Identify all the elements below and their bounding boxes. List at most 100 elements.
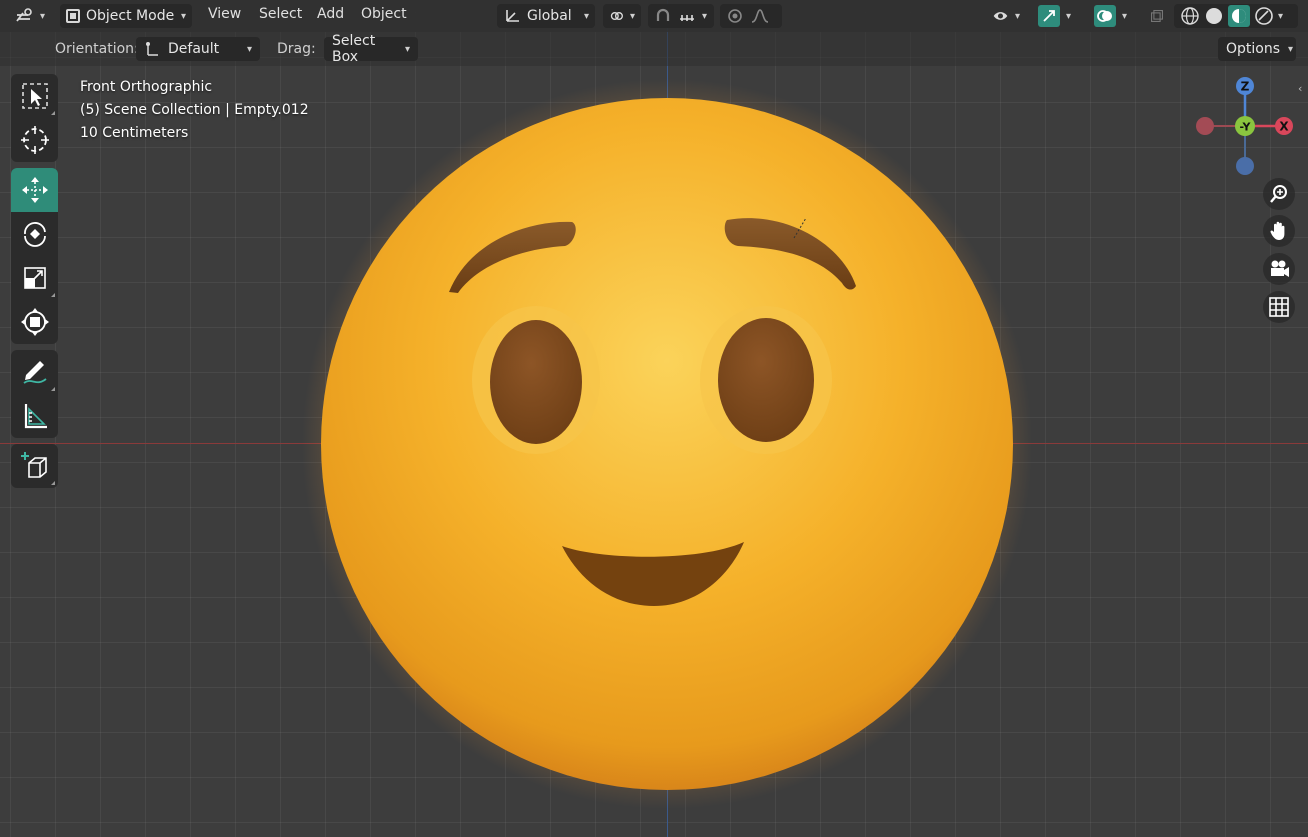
orientation-field-label: Orientation: bbox=[55, 41, 139, 57]
snap-controls[interactable]: ▾ bbox=[648, 4, 714, 28]
tool-group-transform bbox=[11, 168, 58, 344]
tool-group-select bbox=[11, 74, 58, 162]
chevron-down-icon: ▾ bbox=[40, 10, 46, 22]
chevron-down-icon: ▾ bbox=[1278, 10, 1284, 22]
pivot-icon bbox=[610, 12, 623, 20]
left-eyebrow bbox=[449, 221, 576, 293]
move-icon bbox=[21, 177, 48, 203]
add-cube-tool[interactable] bbox=[11, 444, 58, 488]
collection-info: (5) Scene Collection | Empty.012 bbox=[80, 102, 309, 118]
neg-x-axis-ball[interactable] bbox=[1196, 117, 1214, 135]
proportional-editing[interactable] bbox=[720, 4, 782, 28]
wireframe-shading-icon[interactable] bbox=[1180, 6, 1200, 26]
orientation-dropdown[interactable]: Default ▾ bbox=[136, 37, 260, 61]
chevron-down-icon: ▾ bbox=[583, 10, 589, 22]
cursor-tool[interactable] bbox=[11, 118, 58, 162]
grid-icon bbox=[1269, 297, 1289, 317]
transform-icon bbox=[20, 308, 49, 336]
measure-tool[interactable] bbox=[11, 394, 58, 438]
gizmo-icon bbox=[1038, 5, 1060, 27]
xray-toggle[interactable] bbox=[1144, 4, 1170, 28]
material-preview-icon[interactable] bbox=[1228, 5, 1250, 27]
tool-group-annotate bbox=[11, 350, 58, 438]
drag-dropdown[interactable]: Select Box ▾ bbox=[324, 33, 418, 65]
z-axis-line bbox=[667, 0, 668, 837]
hand-icon bbox=[1270, 221, 1285, 240]
z-axis-label: Z bbox=[1241, 80, 1250, 94]
menu-view[interactable]: View bbox=[208, 6, 241, 22]
transform-tool[interactable] bbox=[11, 300, 58, 344]
measure-icon bbox=[24, 404, 47, 429]
overlays-icon bbox=[1094, 5, 1116, 27]
xray-icon bbox=[1151, 10, 1163, 22]
chevron-down-icon: ▾ bbox=[404, 43, 410, 55]
orientation-gizmo-icon bbox=[146, 42, 158, 56]
mode-dropdown[interactable]: Object Mode ▾ bbox=[60, 4, 192, 28]
chevron-down-icon: ▾ bbox=[1014, 10, 1020, 22]
object-mode-icon bbox=[66, 9, 80, 23]
3d-viewport[interactable]: Front Orthographic (5) Scene Collection … bbox=[0, 0, 1308, 837]
overlays-toggle[interactable]: ▾ bbox=[1088, 4, 1140, 28]
x-axis-label: X bbox=[1279, 120, 1289, 134]
proportional-edit-icon bbox=[728, 9, 742, 23]
rotate-tool[interactable] bbox=[11, 212, 58, 256]
zoom-button[interactable] bbox=[1263, 178, 1295, 210]
tool-group-add bbox=[11, 444, 58, 488]
chevron-down-icon: ▾ bbox=[629, 10, 635, 22]
camera-icon bbox=[1271, 260, 1289, 277]
editor-type-button[interactable]: ▾ bbox=[8, 4, 52, 28]
options-dropdown[interactable]: Options ▾ bbox=[1218, 37, 1296, 61]
snap-magnet-icon bbox=[656, 8, 670, 21]
menu-select[interactable]: Select bbox=[259, 6, 302, 22]
viewport-header: ▾ Object Mode ▾ View Select Add Object G… bbox=[0, 0, 1308, 32]
annotate-icon bbox=[22, 361, 47, 384]
chevron-down-icon: ▾ bbox=[702, 10, 708, 22]
right-eye-socket bbox=[700, 306, 832, 454]
camera-view-button[interactable] bbox=[1263, 253, 1295, 285]
chevron-down-icon: ▾ bbox=[246, 43, 252, 55]
right-eyebrow bbox=[724, 218, 856, 290]
shading-modes[interactable]: ▾ bbox=[1174, 4, 1298, 28]
orientation-axes-icon bbox=[506, 10, 519, 22]
tool-shelf bbox=[11, 74, 58, 494]
scale-tool[interactable] bbox=[11, 256, 58, 300]
orientation-value: Default bbox=[168, 41, 220, 57]
solid-shading-icon[interactable] bbox=[1204, 6, 1224, 26]
pivot-point-dropdown[interactable]: ▾ bbox=[603, 4, 641, 28]
rotate-icon bbox=[23, 222, 46, 247]
move-tool[interactable] bbox=[11, 168, 58, 212]
add-cube-icon bbox=[20, 452, 47, 478]
y-axis-label: -Y bbox=[1240, 121, 1252, 134]
cursor-icon bbox=[20, 126, 49, 154]
chevron-down-icon: ▾ bbox=[1288, 43, 1294, 55]
menu-add[interactable]: Add bbox=[317, 6, 344, 22]
menu-object[interactable]: Object bbox=[361, 6, 407, 22]
select-box-icon bbox=[21, 83, 48, 109]
transform-orientation-dropdown[interactable]: Global ▾ bbox=[497, 4, 595, 28]
scale-icon bbox=[23, 267, 46, 289]
chevron-down-icon: ▾ bbox=[180, 10, 186, 22]
visibility-dropdown[interactable]: ▾ bbox=[986, 4, 1026, 28]
editor-type-icon bbox=[16, 8, 32, 22]
sidebar-toggle-icon[interactable]: ‹ bbox=[1298, 82, 1302, 95]
neg-z-axis-ball[interactable] bbox=[1236, 157, 1254, 175]
falloff-curve-icon bbox=[751, 9, 769, 23]
chevron-down-icon: ▾ bbox=[1122, 10, 1128, 22]
drag-field-label: Drag: bbox=[277, 41, 316, 57]
pan-button[interactable] bbox=[1263, 215, 1295, 247]
x-axis-line bbox=[0, 443, 1308, 444]
projection-toggle-button[interactable] bbox=[1263, 291, 1295, 323]
gizmo-toggle[interactable]: ▾ bbox=[1032, 4, 1084, 28]
annotate-tool[interactable] bbox=[11, 350, 58, 394]
view-name: Front Orthographic bbox=[80, 79, 213, 95]
select-box-tool[interactable] bbox=[11, 74, 58, 118]
viewport-info: Front Orthographic (5) Scene Collection … bbox=[80, 76, 309, 145]
mouth bbox=[562, 542, 744, 606]
drag-value: Select Box bbox=[332, 33, 376, 65]
right-eye bbox=[718, 318, 814, 442]
chevron-down-icon: ▾ bbox=[1066, 10, 1072, 22]
left-eye bbox=[490, 320, 582, 444]
grid-scale: 10 Centimeters bbox=[80, 125, 189, 141]
navigation-gizmo[interactable]: Z X -Y bbox=[1190, 74, 1300, 178]
rendered-shading-icon[interactable] bbox=[1254, 6, 1274, 26]
